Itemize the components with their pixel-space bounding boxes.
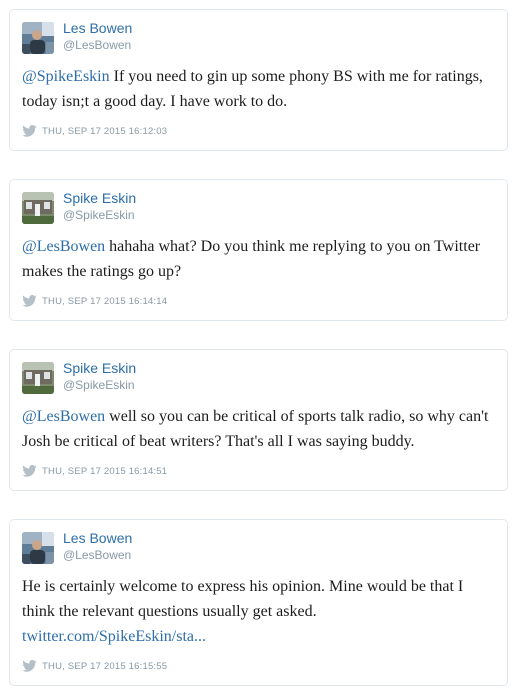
author-handle: @LesBowen xyxy=(63,38,132,52)
twitter-bird-icon xyxy=(22,660,37,672)
tweet-card: Les Bowen @LesBowen He is certainly welc… xyxy=(9,519,508,686)
tweet-body: He is certainly welcome to express his o… xyxy=(22,578,464,620)
tweet-meta: THU, SEP 17 2015 16:14:51 xyxy=(22,465,167,477)
tweet-meta: THU, SEP 17 2015 16:12:03 xyxy=(22,125,167,137)
twitter-bird-icon xyxy=(22,125,37,137)
timestamp-link[interactable]: THU, SEP 17 2015 16:14:51 xyxy=(42,466,167,477)
tweet-text: @LesBowen hahaha what? Do you think me r… xyxy=(22,234,494,284)
tweet-text: He is certainly welcome to express his o… xyxy=(22,574,494,649)
spike-eskin-avatar[interactable] xyxy=(22,362,54,394)
timestamp-link[interactable]: THU, SEP 17 2015 16:12:03 xyxy=(42,126,167,137)
author-handle: @SpikeEskin xyxy=(63,208,135,222)
tweet-text: @LesBowen well so you can be critical of… xyxy=(22,404,494,454)
tweet-text: @SpikeEskin If you need to gin up some p… xyxy=(22,64,494,114)
tweet-meta: THU, SEP 17 2015 16:15:55 xyxy=(22,660,167,672)
tweet-card: Spike Eskin @SpikeEskin @LesBowen hahaha… xyxy=(9,179,508,321)
mention-link[interactable]: @SpikeEskin xyxy=(22,68,110,85)
author-name[interactable]: Spike Eskin xyxy=(63,359,136,377)
tweet-url-link[interactable]: twitter.com/SpikeEskin/sta... xyxy=(22,628,206,645)
author-handle: @SpikeEskin xyxy=(63,378,135,392)
author-name[interactable]: Spike Eskin xyxy=(63,189,136,207)
mention-link[interactable]: @LesBowen xyxy=(22,238,105,255)
les-bowen-avatar[interactable] xyxy=(22,532,54,564)
tweet-meta: THU, SEP 17 2015 16:14:14 xyxy=(22,295,167,307)
author-name[interactable]: Les Bowen xyxy=(63,19,132,37)
twitter-bird-icon xyxy=(22,465,37,477)
timestamp-link[interactable]: THU, SEP 17 2015 16:15:55 xyxy=(42,661,167,672)
timestamp-link[interactable]: THU, SEP 17 2015 16:14:14 xyxy=(42,296,167,307)
mention-link[interactable]: @LesBowen xyxy=(22,408,105,425)
author-handle: @LesBowen xyxy=(63,548,132,562)
tweet-card: Les Bowen @LesBowen @SpikeEskin If you n… xyxy=(9,9,508,151)
les-bowen-avatar[interactable] xyxy=(22,22,54,54)
tweet-card: Spike Eskin @SpikeEskin @LesBowen well s… xyxy=(9,349,508,491)
author-name[interactable]: Les Bowen xyxy=(63,529,132,547)
twitter-bird-icon xyxy=(22,295,37,307)
spike-eskin-avatar[interactable] xyxy=(22,192,54,224)
